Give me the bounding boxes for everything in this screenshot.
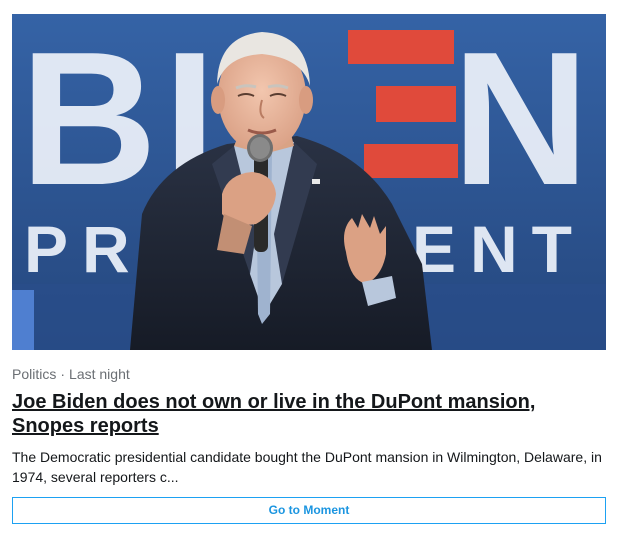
moment-headline[interactable]: Joe Biden does not own or live in the Du… <box>12 390 606 438</box>
moment-meta: Politics · Last night <box>12 366 130 382</box>
go-to-moment-button[interactable]: Go to Moment <box>12 497 606 524</box>
moment-photo[interactable]: BI N PR ENT <box>12 14 606 350</box>
category-label: Politics <box>12 366 57 382</box>
timestamp: Last night <box>69 366 130 382</box>
svg-text:ENT: ENT <box>412 212 586 286</box>
biden-rally-image: BI N PR ENT <box>12 14 606 350</box>
meta-separator: · <box>60 366 66 382</box>
moment-summary: The Democratic presidential candidate bo… <box>12 449 602 485</box>
svg-text:N: N <box>452 14 589 225</box>
svg-text:PR: PR <box>24 212 144 286</box>
moment-card: BI N PR ENT Politics · Last night Joe Bi… <box>0 0 618 536</box>
